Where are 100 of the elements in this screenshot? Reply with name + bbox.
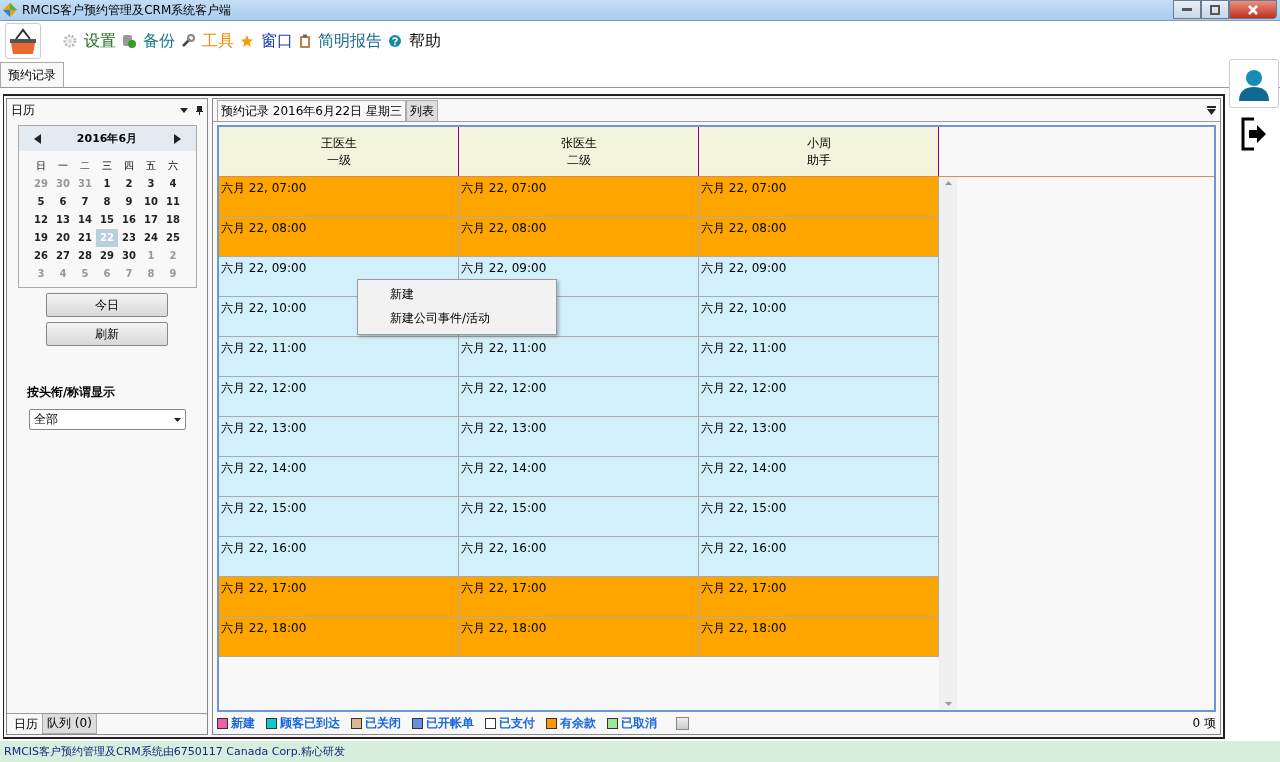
- time-slot[interactable]: 六月 22, 08:00: [699, 217, 939, 257]
- menu-item[interactable]: 设置: [84, 30, 116, 52]
- view-tab[interactable]: 预约记录 2016年6月22日 星期三: [217, 100, 407, 121]
- weekday-label: 日: [35, 159, 47, 173]
- time-slot[interactable]: 六月 22, 18:00: [699, 617, 939, 657]
- restore-button[interactable]: [1201, 0, 1229, 19]
- calendar-day[interactable]: 16: [118, 211, 140, 229]
- dropdown-arrow-icon[interactable]: [180, 108, 188, 113]
- legend-label: 已开帐单: [426, 714, 474, 732]
- time-slot[interactable]: 六月 22, 14:00: [219, 457, 459, 497]
- time-slot[interactable]: 六月 22, 15:00: [699, 497, 939, 537]
- user-button[interactable]: [1229, 59, 1279, 108]
- time-slot[interactable]: 六月 22, 11:00: [699, 337, 939, 377]
- calendar-day[interactable]: 29: [96, 247, 118, 265]
- time-slot[interactable]: 六月 22, 08:00: [459, 217, 699, 257]
- calendar-day[interactable]: 25: [162, 229, 184, 247]
- title-filter-select[interactable]: 全部: [28, 409, 186, 430]
- time-slot[interactable]: 六月 22, 07:00: [699, 177, 939, 217]
- pin-icon[interactable]: [196, 106, 203, 115]
- calendar-day[interactable]: 30: [118, 247, 140, 265]
- column-header: 王医生 一级: [219, 127, 459, 176]
- time-slot[interactable]: 六月 22, 16:00: [459, 537, 699, 577]
- time-slot[interactable]: 六月 22, 13:00: [219, 417, 459, 457]
- menu-item[interactable]: 备份: [143, 30, 175, 52]
- calendar-day[interactable]: 24: [140, 229, 162, 247]
- time-slot[interactable]: 六月 22, 15:00: [219, 497, 459, 537]
- app-logo-icon: [2, 2, 18, 18]
- calendar-day[interactable]: 26: [30, 247, 52, 265]
- time-slot[interactable]: 六月 22, 14:00: [459, 457, 699, 497]
- calendar-day[interactable]: 17: [140, 211, 162, 229]
- calendar-day[interactable]: 18: [162, 211, 184, 229]
- time-slot[interactable]: 六月 22, 11:00: [459, 337, 699, 377]
- calendar-day[interactable]: 5: [30, 193, 52, 211]
- checkbox[interactable]: [676, 716, 689, 730]
- time-slot[interactable]: 六月 22, 10:00: [699, 297, 939, 337]
- time-slot[interactable]: 六月 22, 17:00: [219, 577, 459, 617]
- calendar-day[interactable]: 19: [30, 229, 52, 247]
- time-slot[interactable]: 六月 22, 09:00: [699, 257, 939, 297]
- time-slot[interactable]: 六月 22, 08:00: [219, 217, 459, 257]
- legend-label: 顾客已到达: [280, 714, 340, 732]
- previous-month-icon[interactable]: [33, 133, 41, 144]
- calendar-day[interactable]: 27: [52, 247, 74, 265]
- weekday-label: 四: [123, 159, 135, 173]
- menu-item[interactable]: 简明报告: [318, 30, 382, 52]
- time-slot[interactable]: 六月 22, 16:00: [219, 537, 459, 577]
- time-slot[interactable]: 六月 22, 14:00: [699, 457, 939, 497]
- gear-icon: [63, 34, 77, 48]
- tab[interactable]: 预约记录: [0, 62, 64, 87]
- menu-item[interactable]: 窗口: [261, 30, 293, 52]
- calendar-day[interactable]: 7: [74, 193, 96, 211]
- time-slot[interactable]: 六月 22, 16:00: [699, 537, 939, 577]
- calendar-day[interactable]: 12: [30, 211, 52, 229]
- time-slot[interactable]: 六月 22, 13:00: [699, 417, 939, 457]
- calendar-button[interactable]: 刷新: [46, 322, 168, 346]
- calendar-day[interactable]: 13: [52, 211, 74, 229]
- basket-button[interactable]: [5, 23, 41, 59]
- menu-item[interactable]: 帮助: [409, 30, 441, 52]
- time-slot[interactable]: 六月 22, 18:00: [219, 617, 459, 657]
- time-slot[interactable]: 六月 22, 07:00: [459, 177, 699, 217]
- calendar-day[interactable]: 6: [52, 193, 74, 211]
- calendar-day[interactable]: 15: [96, 211, 118, 229]
- calendar-day[interactable]: 23: [118, 229, 140, 247]
- calendar-day[interactable]: 2: [118, 175, 140, 193]
- calendar-day[interactable]: 28: [74, 247, 96, 265]
- calendar-day[interactable]: 10: [140, 193, 162, 211]
- calendar-day[interactable]: 4: [162, 175, 184, 193]
- calendar-day[interactable]: 21: [74, 229, 96, 247]
- panel-tab[interactable]: 队列 (0): [42, 714, 97, 734]
- calendar-button[interactable]: 今日: [46, 293, 168, 317]
- window-title: RMCIS客户预约管理及CRM系统客户端: [22, 1, 232, 19]
- time-slot[interactable]: 六月 22, 12:00: [219, 377, 459, 417]
- time-slot[interactable]: 六月 22, 11:00: [219, 337, 459, 377]
- close-button[interactable]: [1229, 0, 1277, 19]
- view-tab[interactable]: 列表: [406, 100, 439, 121]
- next-month-icon[interactable]: [173, 133, 181, 144]
- column-header: 张医生 二级: [459, 127, 699, 176]
- time-slot[interactable]: 六月 22, 18:00: [459, 617, 699, 657]
- time-slot[interactable]: 六月 22, 12:00: [699, 377, 939, 417]
- column-header: 小周 助手: [699, 127, 939, 176]
- dropdown-arrow-icon: [173, 417, 181, 422]
- calendar-day[interactable]: 3: [140, 175, 162, 193]
- minimize-button[interactable]: [1173, 0, 1201, 19]
- filter-label: 按头衔/称谓显示: [27, 384, 116, 401]
- time-slot[interactable]: 六月 22, 17:00: [699, 577, 939, 617]
- exit-icon[interactable]: [1240, 116, 1268, 152]
- time-slot[interactable]: 六月 22, 15:00: [459, 497, 699, 537]
- legend-label: 已取消: [621, 714, 657, 732]
- time-slot[interactable]: 六月 22, 13:00: [459, 417, 699, 457]
- calendar-day[interactable]: 8: [96, 193, 118, 211]
- calendar-day[interactable]: 11: [162, 193, 184, 211]
- calendar-day[interactable]: 20: [52, 229, 74, 247]
- close-icon: [1248, 4, 1258, 15]
- time-slot[interactable]: 六月 22, 07:00: [219, 177, 459, 217]
- overflow-menu-icon[interactable]: [1207, 105, 1216, 115]
- calendar-day[interactable]: 14: [74, 211, 96, 229]
- star-icon: [240, 34, 254, 48]
- calendar-day[interactable]: 1: [96, 175, 118, 193]
- calendar-day[interactable]: 9: [118, 193, 140, 211]
- time-slot[interactable]: 六月 22, 12:00: [459, 377, 699, 417]
- time-slot[interactable]: 六月 22, 17:00: [459, 577, 699, 617]
